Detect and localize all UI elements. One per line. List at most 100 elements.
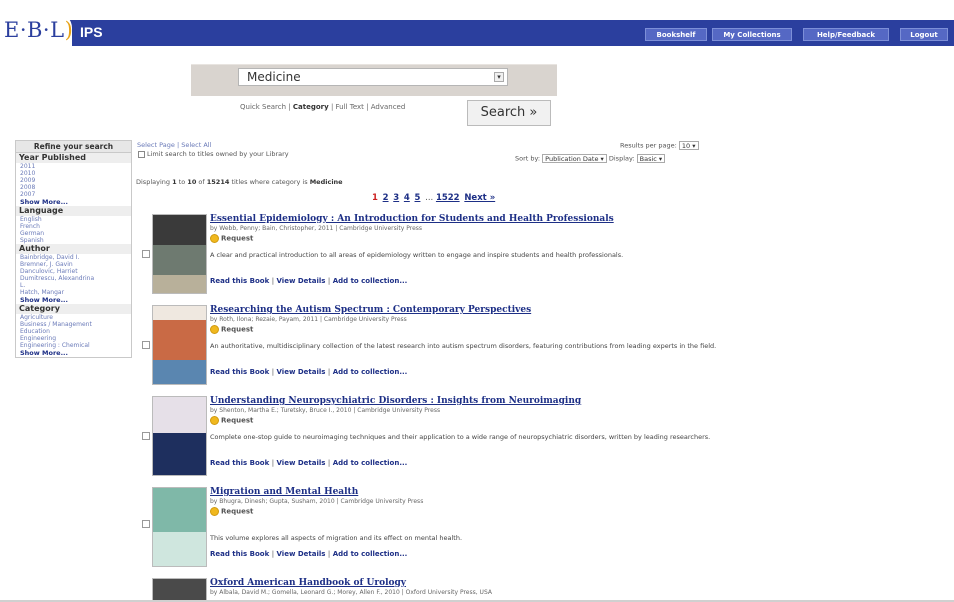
result-actions: Read this Book | View Details | Add to c… [210,277,408,285]
next-page-link[interactable]: Next » [464,193,495,203]
book-cover[interactable] [152,214,207,294]
facet-title-year: Year Published [16,153,131,163]
add-to-collection-link[interactable]: Add to collection... [333,550,408,558]
facet-item-author[interactable]: Bainbridge, David I. [16,254,131,261]
result-item: Oxford American Handbook of Urology by A… [142,578,742,602]
add-to-collection-link[interactable]: Add to collection... [333,277,408,285]
book-cover[interactable] [152,578,207,602]
result-title[interactable]: Migration and Mental Health [210,487,358,497]
result-title[interactable]: Oxford American Handbook of Urology [210,578,406,588]
facet-item-category[interactable]: Engineering : Chemical [16,342,131,349]
help-feedback-button[interactable]: Help/Feedback [803,28,889,41]
search-button[interactable]: Search » [467,100,551,126]
facet-item-author[interactable]: L. [16,282,131,289]
top-header: E·B·L) IPS Bookshelf My Collections Help… [0,0,954,46]
full-text-link[interactable]: Full Text [336,103,364,111]
facet-item-category[interactable]: Engineering [16,335,131,342]
page-link[interactable]: 2 [383,193,389,203]
read-book-link[interactable]: Read this Book [210,368,269,376]
facet-item-language[interactable]: English [16,216,131,223]
category-search-link[interactable]: Category [293,103,329,111]
sidebar-heading: Refine your search [16,141,131,153]
select-page-link[interactable]: Select Page [137,141,175,149]
view-details-link[interactable]: View Details [277,459,326,467]
per-page-select[interactable]: 10 ▾ [678,141,699,150]
read-book-link[interactable]: Read this Book [210,459,269,467]
book-cover[interactable] [152,487,207,567]
facet-title-language: Language [16,206,131,216]
request-button[interactable]: Request [210,234,253,243]
per-page-label: Results per page: [620,141,677,150]
result-actions: Read this Book | View Details | Add to c… [210,459,408,467]
chevron-down-icon[interactable]: ▾ [494,72,504,82]
facet-item-year[interactable]: 2008 [16,184,131,191]
product-name: IPS [80,24,103,40]
request-icon [210,507,219,516]
facet-item-author[interactable]: Dumitrescu, Alexandrina [16,275,131,282]
result-actions: Read this Book | View Details | Add to c… [210,550,408,558]
my-collections-button[interactable]: My Collections [712,28,792,41]
facet-item-author[interactable]: Danculovic, Harriet [16,268,131,275]
request-icon [210,325,219,334]
result-checkbox[interactable] [142,250,150,258]
facet-item-category[interactable]: Agriculture [16,314,131,321]
facet-item-year[interactable]: 2011 [16,163,131,170]
result-title[interactable]: Researching the Autism Spectrum : Contem… [210,305,531,315]
facet-item-language[interactable]: French [16,223,131,230]
show-more-years[interactable]: Show More... [16,198,131,206]
request-button[interactable]: Request [210,507,253,516]
show-more-categories[interactable]: Show More... [16,349,131,357]
request-button[interactable]: Request [210,416,253,425]
view-details-link[interactable]: View Details [277,550,326,558]
request-button[interactable]: Request [210,325,253,334]
facet-item-year[interactable]: 2007 [16,191,131,198]
sort-display-controls: Sort by: Publication Date ▾ Display: Bas… [515,154,666,163]
result-title[interactable]: Essential Epidemiology : An Introduction… [210,214,614,224]
facet-item-language[interactable]: Spanish [16,237,131,244]
facet-item-author[interactable]: Hatch, Mangar [16,289,131,296]
read-book-link[interactable]: Read this Book [210,277,269,285]
bookshelf-button[interactable]: Bookshelf [645,28,707,41]
facet-item-category[interactable]: Education [16,328,131,335]
sort-select[interactable]: Publication Date ▾ [542,154,607,163]
facet-item-language[interactable]: German [16,230,131,237]
result-checkbox[interactable] [142,432,150,440]
request-icon [210,234,219,243]
add-to-collection-link[interactable]: Add to collection... [333,459,408,467]
result-title[interactable]: Understanding Neuropsychiatric Disorders… [210,396,581,406]
result-meta: by Bhugra, Dinesh; Gupta, Susham, 2010 |… [210,498,424,505]
category-select[interactable]: Medicine ▾ [238,68,508,86]
ebl-logo[interactable]: E·B·L) [4,18,73,42]
page-link[interactable]: 3 [393,193,399,203]
result-item: Migration and Mental Health by Bhugra, D… [142,487,742,575]
book-cover[interactable] [152,396,207,476]
view-details-link[interactable]: View Details [277,277,326,285]
result-description: An authoritative, multidisciplinary coll… [210,342,717,350]
quick-search-link[interactable]: Quick Search [240,103,286,111]
logout-button[interactable]: Logout [900,28,948,41]
page-link[interactable]: 4 [404,193,410,203]
limit-label: Limit search to titles owned by your Lib… [147,150,289,158]
display-select[interactable]: Basic ▾ [636,154,666,163]
facet-title-author: Author [16,244,131,254]
facet-item-author[interactable]: Bremner, J. Gavin [16,261,131,268]
show-more-authors[interactable]: Show More... [16,296,131,304]
read-book-link[interactable]: Read this Book [210,550,269,558]
result-meta: by Shenton, Martha E.; Turetsky, Bruce I… [210,407,441,414]
facet-item-category[interactable]: Business / Management [16,321,131,328]
limit-search: Limit search to titles owned by your Lib… [138,150,289,158]
result-meta: by Roth, Ilona; Rezaie, Payam, 2011 | Ca… [210,316,407,323]
add-to-collection-link[interactable]: Add to collection... [333,368,408,376]
book-cover[interactable] [152,305,207,385]
page-link-last[interactable]: 1522 [436,193,460,203]
view-details-link[interactable]: View Details [277,368,326,376]
facet-item-year[interactable]: 2009 [16,177,131,184]
select-all-link[interactable]: Select All [181,141,211,149]
result-checkbox[interactable] [142,520,150,528]
advanced-link[interactable]: Advanced [371,103,406,111]
result-checkbox[interactable] [142,341,150,349]
select-controls: Select Page | Select All [137,141,212,149]
facet-item-year[interactable]: 2010 [16,170,131,177]
page-link[interactable]: 5 [415,193,421,203]
limit-checkbox[interactable] [138,150,145,158]
